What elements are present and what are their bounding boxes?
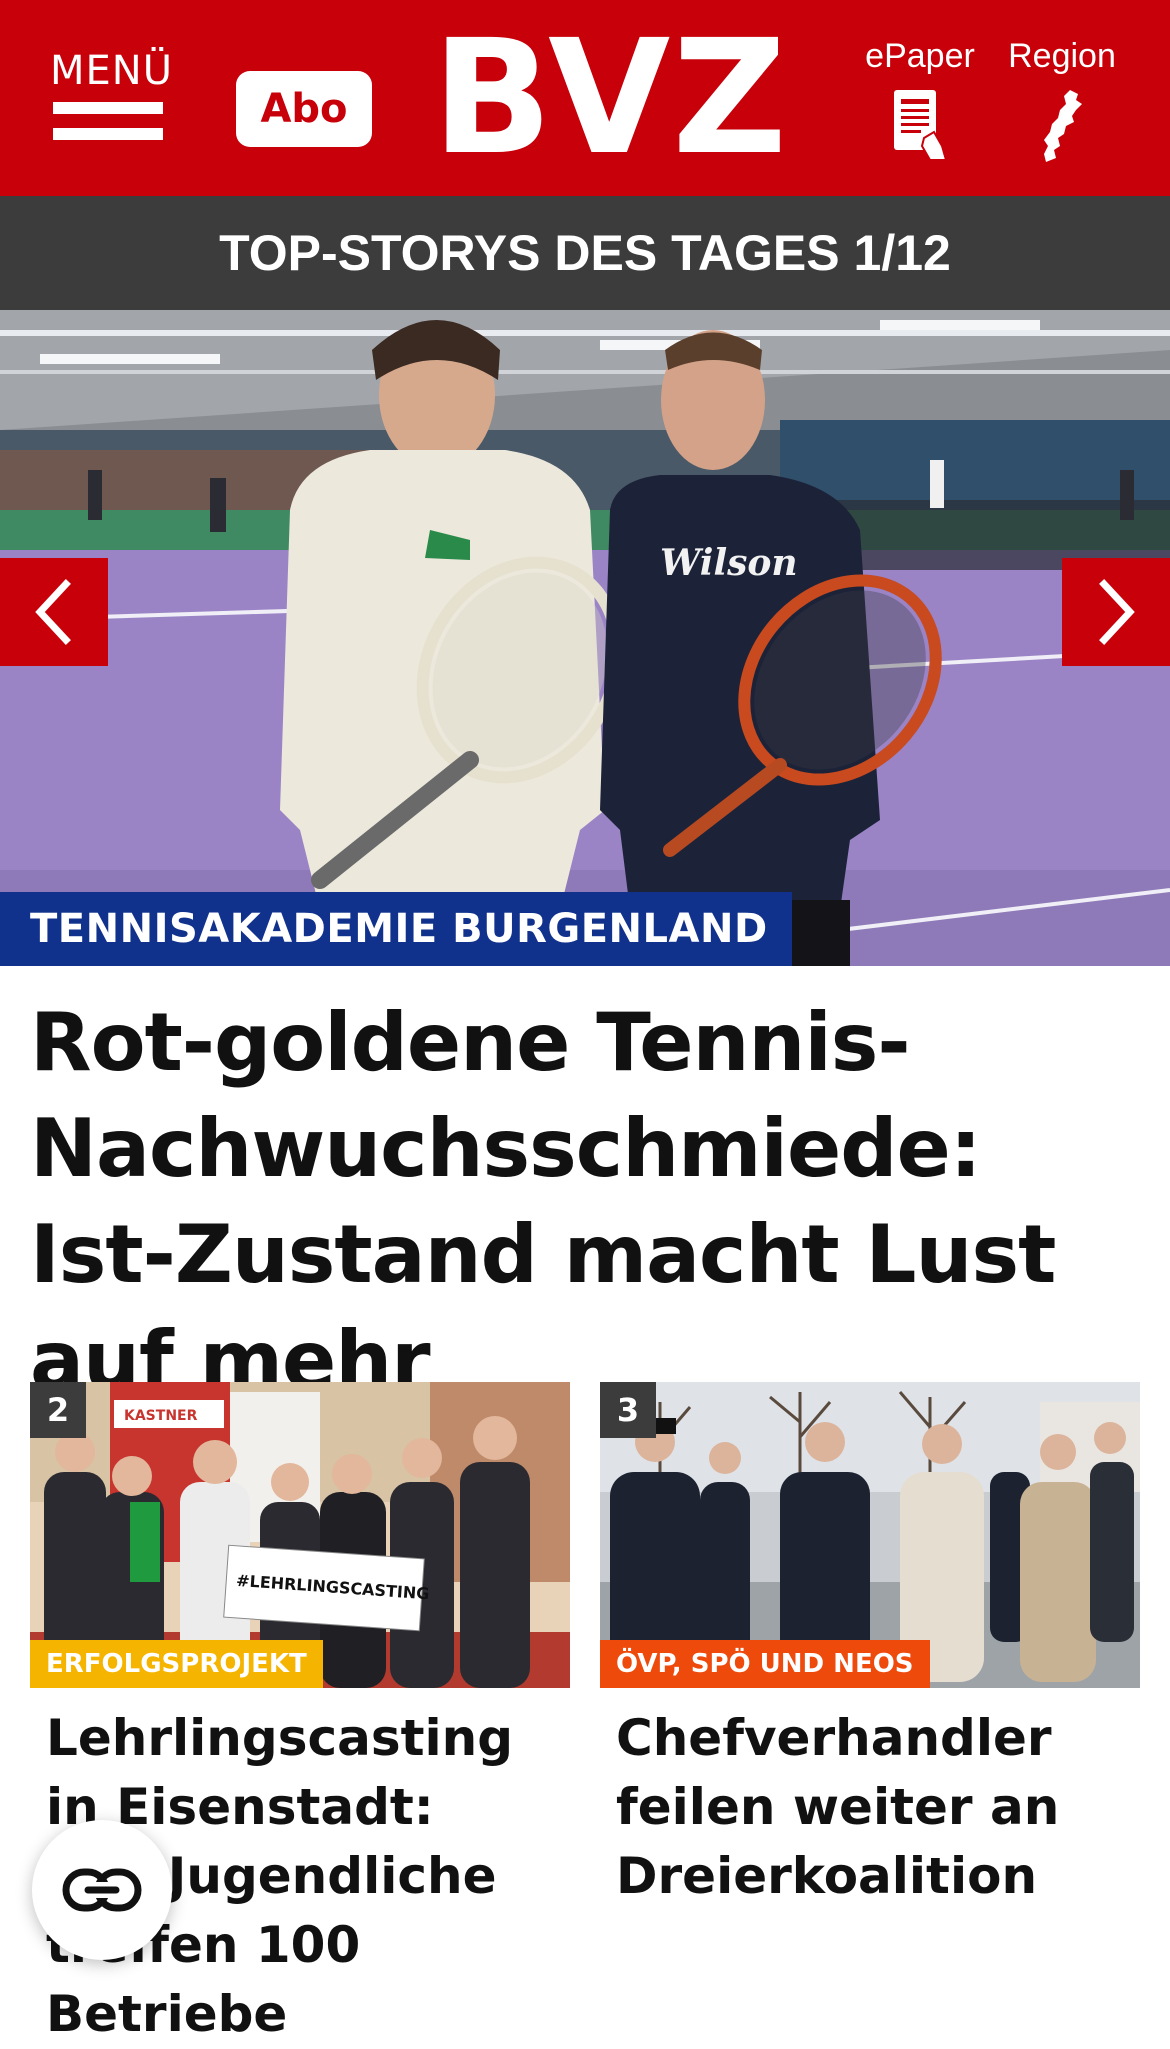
floating-link-button[interactable] [32,1820,172,1960]
chevron-right-icon [1099,579,1135,645]
menu-label: MENÜ [50,48,173,94]
article-number: 3 [600,1382,656,1438]
site-header: MENÜ Abo BVZ ePaper Region [0,0,1170,196]
menu-button[interactable]: MENÜ [50,48,173,158]
article-headline[interactable]: Chefverhandler feilen weiter an Dreierko… [616,1704,1124,1911]
epaper-icon [894,90,948,161]
hero-image: Wilson [0,310,1170,966]
burgenland-map-icon [1044,90,1082,162]
hamburger-icon [53,102,163,154]
kastner-logo: KASTNER [124,1408,198,1424]
bvz-logo[interactable]: BVZ [432,18,787,178]
article-category-tag[interactable]: ERFOLGSPROJEKT [30,1640,323,1688]
chevron-left-icon [35,579,71,645]
svg-text:Wilson: Wilson [660,542,798,584]
epaper-link[interactable]: ePaper [862,36,978,162]
link-icon [62,1868,142,1912]
article-category-tag[interactable]: ÖVP, SPÖ UND NEOS [600,1640,930,1688]
article-image: #LEHRLINGSCASTING KASTNER 2 ERFOLGSPROJE… [30,1382,570,1688]
epaper-label: ePaper [865,37,975,75]
hero-slider[interactable]: Wilson TENNISAKADEMIE BURGENLAND [0,310,1170,966]
hero-category-tag[interactable]: TENNISAKADEMIE BURGENLAND [0,892,792,966]
article-number: 2 [30,1382,86,1438]
top-stories-bar: TOP-STORYS DES TAGES 1/12 [0,196,1170,310]
abo-button[interactable]: Abo [236,71,372,147]
article-card[interactable]: 3 ÖVP, SPÖ UND NEOS Chefverhandler feile… [600,1382,1140,1911]
hero-headline[interactable]: Rot-goldene Tennis-Nachwuchsschmiede: Is… [30,990,1150,1414]
next-slide-button[interactable] [1062,558,1170,666]
previous-slide-button[interactable] [0,558,108,666]
article-image: 3 ÖVP, SPÖ UND NEOS [600,1382,1140,1688]
region-label: Region [1008,37,1116,75]
region-link[interactable]: Region [1004,36,1120,164]
